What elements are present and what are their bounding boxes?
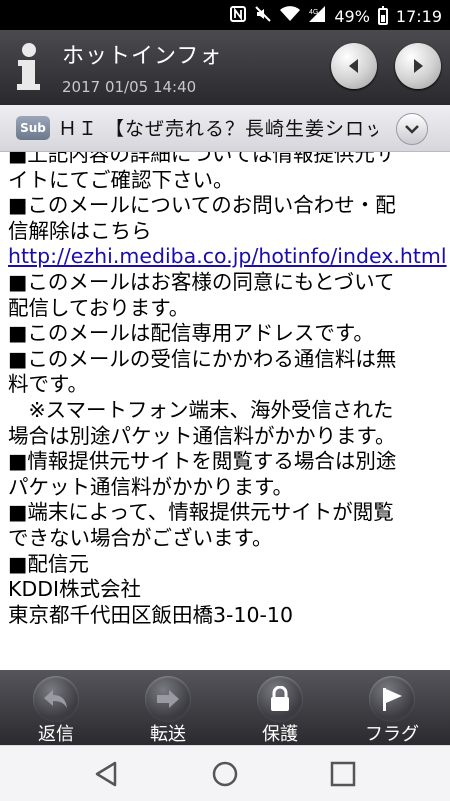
nfc-icon [230, 6, 247, 27]
subject-text: ＨＩ 【なぜ売れる？長崎生姜シロッ [58, 118, 378, 140]
home-button[interactable] [209, 758, 241, 790]
home-circle-icon [212, 761, 238, 787]
clock: 17:19 [395, 7, 442, 26]
forward-button[interactable]: 転送 [129, 674, 209, 745]
recents-square-icon [330, 761, 356, 787]
forward-label: 転送 [150, 724, 186, 745]
signal-icon: 4G [308, 5, 326, 28]
body-line: ※スマートフォン端末、海外受信された [8, 397, 394, 422]
next-message-button[interactable] [395, 43, 441, 89]
body-line: ■このメールの受信にかかわる通信料は無 [8, 346, 397, 371]
body-line: イトにてご確認下さい。 [8, 167, 234, 192]
status-bar: 4G 49% 17:19 [0, 0, 450, 30]
protect-button[interactable]: 保護 [241, 674, 321, 745]
body-line: ■上記内容の詳細については情報提供元サ [8, 152, 396, 166]
battery-icon [377, 6, 388, 25]
reply-icon [33, 676, 79, 722]
flag-button[interactable]: フラグ [353, 674, 433, 745]
expand-subject-button[interactable] [396, 113, 428, 145]
status-icons: 4G 49% 17:19 [230, 5, 442, 28]
body-line: KDDI株式会社 [8, 577, 142, 602]
triangle-left-icon [349, 59, 358, 73]
body-line: ■このメールは配信専用アドレスです。 [8, 321, 374, 346]
chevron-down-icon [405, 125, 419, 134]
wifi-icon [280, 6, 301, 27]
svg-text:4G: 4G [309, 9, 318, 16]
info-icon [12, 42, 46, 92]
system-nav-bar [0, 745, 450, 801]
message-content: ■上記内容の詳細については情報提供元サ イトにてご確認下さい。 ■このメールにつ… [8, 152, 447, 628]
triangle-right-icon [414, 59, 423, 73]
body-line: ■このメールについてのお問い合わせ・配 [8, 193, 396, 218]
lock-icon [257, 676, 303, 722]
reply-button[interactable]: 返信 [17, 674, 97, 745]
body-line: ■このメールはお客様の同意にもとづいて [8, 269, 395, 294]
mute-icon [254, 5, 272, 28]
body-line: ■端末によって、情報提供元サイトが閲覧 [8, 500, 394, 525]
body-line: ■情報提供元サイトを閲覧する場合は別途 [8, 449, 397, 474]
battery-percent: 49% [334, 7, 370, 26]
reply-label: 返信 [38, 724, 74, 745]
app-header: ホットインフォ 2017 01/05 14:40 [0, 30, 450, 105]
protect-label: 保護 [262, 724, 298, 745]
previous-message-button[interactable] [331, 43, 377, 89]
flag-label: フラグ [365, 724, 419, 745]
body-line: 料です。 [8, 372, 88, 397]
body-line: ■配信元 [8, 551, 89, 576]
subject-bar: Sub ＨＩ 【なぜ売れる？長崎生姜シロッ [0, 105, 450, 152]
back-button[interactable] [90, 758, 122, 790]
body-line: 信解除はこちら [8, 218, 152, 243]
message-date: 2017 01/05 14:40 [62, 78, 197, 96]
flag-icon [369, 676, 415, 722]
body-line: 場合は別途パケット通信料がかかります。 [8, 423, 396, 448]
forward-icon [145, 676, 191, 722]
body-line: 配信しております。 [8, 295, 190, 320]
page-title: ホットインフォ [62, 44, 223, 69]
bottom-toolbar: 返信 転送 保護 フラグ [0, 670, 450, 745]
body-line: 東京都千代田区飯田橋3-10-10 [8, 602, 294, 627]
recents-button[interactable] [327, 758, 359, 790]
body-line: パケット通信料がかかります。 [8, 474, 293, 499]
message-body[interactable]: ■上記内容の詳細については情報提供元サ イトにてご確認下さい。 ■このメールにつ… [0, 152, 450, 670]
back-triangle-icon [95, 761, 117, 787]
hotinfo-link[interactable]: http://ezhi.mediba.co.jp/hotinfo/index.h… [8, 244, 447, 270]
subject-tag: Sub [16, 116, 50, 140]
body-line: できない場合がございます。 [8, 525, 273, 550]
